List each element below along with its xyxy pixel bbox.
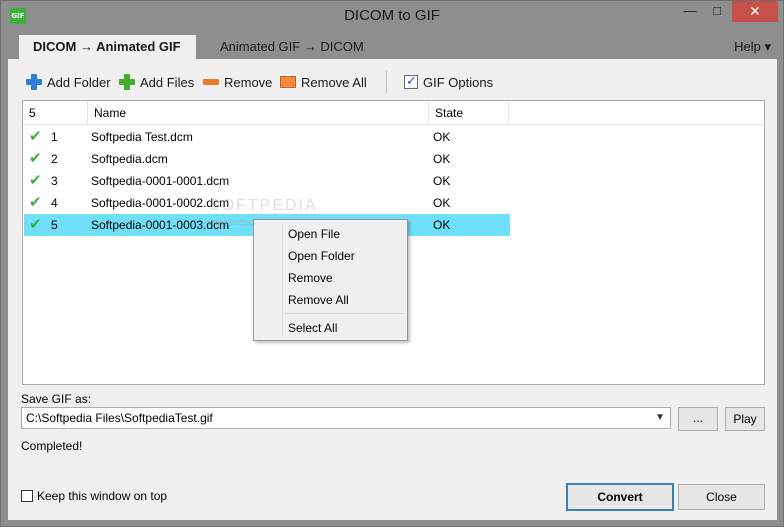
row-number: 3 xyxy=(51,174,58,188)
tab-dicom-to-gif[interactable]: DICOM → Animated GIF xyxy=(19,35,196,59)
menu-item-open-file[interactable]: Open File xyxy=(256,223,406,245)
check-icon: ✔ xyxy=(29,150,42,167)
client-area: DICOM → Animated GIF Animated GIF → DICO… xyxy=(8,31,777,520)
save-gif-label: Save GIF as: xyxy=(21,392,92,406)
tab-gif-to-dicom[interactable]: Animated GIF → DICOM xyxy=(206,35,378,59)
keep-on-top-label: Keep this window on top xyxy=(37,489,168,503)
file-state: OK xyxy=(433,130,451,144)
list-item[interactable]: ✔ 4 Softpedia-0001-0002.dcm OK xyxy=(24,192,510,214)
name-column-header[interactable]: Name xyxy=(88,101,429,125)
output-path-value: C:\Softpedia Files\SoftpediaTest.gif xyxy=(26,411,213,425)
remove-all-icon xyxy=(280,76,296,88)
browse-button[interactable]: ... xyxy=(678,407,718,431)
list-header: 5 Name State xyxy=(23,101,764,125)
menu-separator xyxy=(284,313,405,314)
check-icon: ✔ xyxy=(29,172,42,189)
gif-options-button[interactable]: GIF Options xyxy=(404,69,493,95)
file-name: Softpedia.dcm xyxy=(91,152,168,166)
maximize-button[interactable]: □ xyxy=(704,1,730,22)
status-text: Completed! xyxy=(21,439,83,453)
menu-item-open-folder[interactable]: Open Folder xyxy=(256,245,406,267)
toolbar-separator xyxy=(386,71,387,93)
minimize-button[interactable]: — xyxy=(677,1,703,22)
chevron-down-icon[interactable]: ▼ xyxy=(655,408,665,428)
add-files-label: Add Files xyxy=(140,74,195,90)
menu-item-remove-all[interactable]: Remove All xyxy=(256,289,406,311)
file-state: OK xyxy=(433,174,451,188)
file-name: Softpedia-0001-0002.dcm xyxy=(91,196,230,210)
check-icon: ✔ xyxy=(29,194,42,211)
file-name: Softpedia Test.dcm xyxy=(91,130,193,144)
gif-options-label: GIF Options xyxy=(423,74,494,90)
list-item[interactable]: ✔ 1 Softpedia Test.dcm OK xyxy=(24,126,510,148)
remove-button[interactable]: Remove xyxy=(203,69,272,95)
state-column-header[interactable]: State xyxy=(429,101,509,125)
add-folder-button[interactable]: Add Folder xyxy=(26,69,111,95)
app-window: GIF DICOM to GIF — □ ✕ DICOM → Animated … xyxy=(0,0,784,527)
check-icon: ✔ xyxy=(29,128,42,145)
check-icon: ✔ xyxy=(29,216,42,233)
play-button[interactable]: Play xyxy=(725,407,765,431)
file-state: OK xyxy=(433,196,451,210)
add-files-button[interactable]: Add Files xyxy=(119,69,194,95)
toolbar: Add Folder Add Files Remove Remove All G… xyxy=(8,69,777,95)
remove-icon xyxy=(203,79,219,85)
menu-item-remove[interactable]: Remove xyxy=(256,267,406,289)
row-number: 4 xyxy=(51,196,58,210)
output-path-combo[interactable]: C:\Softpedia Files\SoftpediaTest.gif ▼ xyxy=(21,407,671,429)
remove-all-button[interactable]: Remove All xyxy=(280,69,367,95)
close-window-button[interactable]: ✕ xyxy=(732,1,778,22)
window-title: DICOM to GIF xyxy=(344,7,440,24)
list-item[interactable]: ✔ 2 Softpedia.dcm OK xyxy=(24,148,510,170)
checkbox-box[interactable] xyxy=(21,490,33,502)
title-bar[interactable]: GIF DICOM to GIF — □ ✕ xyxy=(1,1,783,31)
add-folder-label: Add Folder xyxy=(47,74,111,90)
row-number: 2 xyxy=(51,152,58,166)
add-folder-icon xyxy=(26,74,42,90)
row-number: 1 xyxy=(51,130,58,144)
remove-label: Remove xyxy=(224,74,273,90)
keep-on-top-checkbox[interactable]: Keep this window on top xyxy=(21,489,167,503)
tab-bar: DICOM → Animated GIF Animated GIF → DICO… xyxy=(8,31,777,59)
add-files-icon xyxy=(119,74,135,90)
count-column-header[interactable]: 5 xyxy=(23,101,88,125)
remove-all-label: Remove All xyxy=(301,74,367,90)
menu-item-select-all[interactable]: Select All xyxy=(256,317,406,339)
close-button[interactable]: Close xyxy=(678,484,765,510)
gif-options-icon xyxy=(404,73,418,89)
context-menu: Open File Open Folder Remove Remove All … xyxy=(253,219,408,341)
row-number: 5 xyxy=(51,218,58,232)
file-name: Softpedia-0001-0001.dcm xyxy=(91,174,230,188)
file-state: OK xyxy=(433,152,451,166)
list-item[interactable]: ✔ 3 Softpedia-0001-0001.dcm OK xyxy=(24,170,510,192)
help-menu[interactable]: Help ▾ xyxy=(734,35,771,59)
file-state: OK xyxy=(433,218,451,232)
file-name: Softpedia-0001-0003.dcm xyxy=(91,218,230,232)
convert-button[interactable]: Convert xyxy=(566,483,674,511)
